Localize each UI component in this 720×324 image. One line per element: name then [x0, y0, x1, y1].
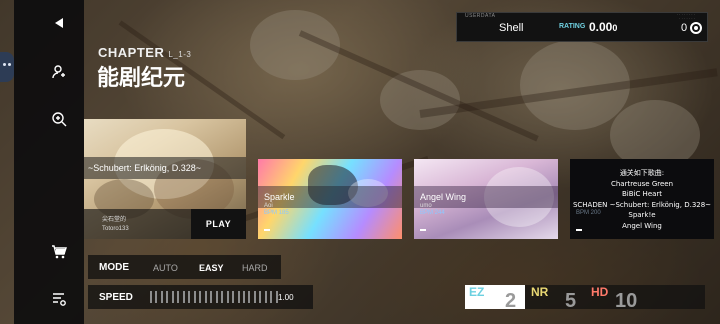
- song-bpm: BPM 244: [420, 210, 445, 216]
- speed-tick: [232, 291, 235, 303]
- difficulty-marker: [420, 229, 426, 231]
- speed-tick: [171, 291, 174, 303]
- speed-tick: [204, 291, 207, 303]
- speed-tick: [210, 291, 213, 303]
- speed-tick: [264, 291, 267, 303]
- speed-tick: [221, 291, 224, 303]
- score-value: 0: [681, 22, 688, 34]
- rating-value: 0.000: [589, 20, 617, 34]
- speed-tick: [150, 291, 152, 303]
- speed-tick: [160, 291, 163, 303]
- mode-auto-option[interactable]: AUTO: [153, 263, 178, 273]
- difficulty-marker: [264, 229, 270, 231]
- unlock-heading: 通关如下歌曲:: [619, 169, 665, 177]
- speed-tick: [177, 291, 180, 303]
- list-settings-icon[interactable]: [48, 288, 70, 310]
- song-artist: umo: [420, 203, 432, 209]
- drawer-handle[interactable]: [0, 52, 14, 82]
- mode-hard-option[interactable]: HARD: [242, 263, 268, 273]
- handle-dots-icon: [3, 63, 11, 71]
- song-card-sparkle[interactable]: Sparkle Aoi BPM 185: [258, 159, 402, 239]
- chapter-label: CHAPTER L_1-3: [98, 45, 191, 60]
- difficulty-ez[interactable]: EZ 2: [465, 285, 525, 312]
- user-data-panel[interactable]: USERDATA · · · · · · · · · · · · · · · Sh…: [456, 12, 708, 42]
- speed-slider[interactable]: [150, 291, 278, 303]
- speed-tick: [259, 291, 262, 303]
- speed-tick: [248, 291, 251, 303]
- unlock-song: SCHADEN ~Schubert: Erlkönig, D.328~: [572, 200, 712, 209]
- speed-tick: [199, 291, 202, 303]
- difficulty-hd[interactable]: HD 10: [587, 285, 647, 312]
- song-title: Sparkle: [264, 192, 295, 202]
- user-settings-icon[interactable]: [48, 61, 70, 83]
- song-artist: 尖石堂的: [102, 217, 127, 223]
- difficulty-tag: NR: [531, 285, 549, 299]
- cart-icon[interactable]: [48, 241, 70, 263]
- record-ring-icon: [690, 22, 702, 34]
- song-illustrator: Totoro133: [102, 226, 129, 232]
- unlock-song: Chartreuse Green: [610, 179, 674, 188]
- song-bpm: BPM 185: [264, 210, 289, 216]
- speed-tick: [226, 291, 229, 303]
- unlock-song: Angel Wing: [622, 221, 662, 230]
- difficulty-marker: [576, 229, 582, 231]
- speed-tick: [193, 291, 196, 303]
- unlock-requirement-list: 通关如下歌曲: Chartreuse Green BiBiC Heart SCH…: [570, 168, 714, 231]
- player-name: Shell: [499, 22, 524, 34]
- difficulty-level: 10: [615, 290, 638, 312]
- speed-tick: [237, 291, 240, 303]
- back-arrow-icon[interactable]: [48, 12, 70, 34]
- rating-suffix: 0: [612, 23, 618, 33]
- song-card-angel-wing[interactable]: Angel Wing umo BPM 244: [414, 159, 558, 239]
- song-title: ~Schubert: Erlkönig, D.328~: [88, 163, 202, 173]
- difficulty-nr[interactable]: NR 5: [527, 285, 587, 312]
- difficulty-tag: EZ: [469, 285, 485, 299]
- play-button[interactable]: PLAY: [191, 209, 246, 239]
- difficulty-level: 2: [505, 290, 517, 312]
- rating-number: 0.00: [589, 20, 613, 34]
- unlock-song: BiBiC Heart: [621, 190, 663, 198]
- song-card-selected[interactable]: ~Schubert: Erlkönig, D.328~ 尖石堂的 Totoro1…: [84, 119, 246, 239]
- speed-tick: [242, 291, 245, 303]
- mode-label: MODE: [99, 262, 129, 273]
- mode-selector: MODE AUTO EASY HARD: [88, 255, 281, 279]
- chapter-title: 能剧纪元: [97, 66, 186, 91]
- search-icon[interactable]: [48, 108, 70, 130]
- mode-easy-option[interactable]: EASY: [199, 263, 224, 273]
- song-card-locked[interactable]: 通关如下歌曲: Chartreuse Green BiBiC Heart SCH…: [570, 159, 714, 239]
- rating-label: RATING: [559, 23, 586, 30]
- userdata-label: USERDATA: [465, 13, 496, 19]
- chapter-label-text: CHAPTER: [98, 45, 165, 60]
- speed-value: 1.00: [278, 293, 294, 302]
- speed-tick: [182, 291, 185, 303]
- song-artist: Aoi: [264, 203, 273, 209]
- speed-tick: [215, 291, 218, 303]
- speed-tick: [166, 291, 169, 303]
- speed-tick: [253, 291, 256, 303]
- song-title: Angel Wing: [420, 192, 467, 202]
- speed-label: SPEED: [99, 292, 133, 303]
- userdata-fine-print: · · · · · · · · · · · · · · ·: [676, 12, 695, 21]
- side-navigation: [14, 0, 84, 324]
- speed-tick: [188, 291, 191, 303]
- song-bpm: BPM 200: [576, 210, 601, 216]
- speed-tick: [270, 291, 273, 303]
- speed-tick: [155, 291, 158, 303]
- chapter-code: L_1-3: [168, 50, 192, 59]
- difficulty-tag: HD: [591, 285, 609, 299]
- speed-control: SPEED 1.00: [88, 285, 313, 309]
- difficulty-selector: EZ 2 NR 5 HD 10: [465, 285, 705, 312]
- difficulty-level: 5: [565, 290, 577, 312]
